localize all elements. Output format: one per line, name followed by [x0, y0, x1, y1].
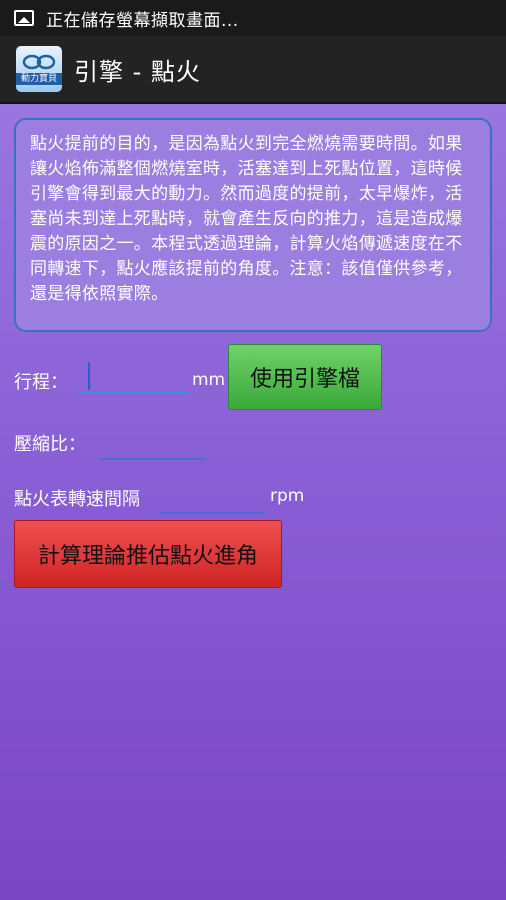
description-box: 點火提前的目的，是因為點火到完全燃燒需要時間。如果讓火焰佈滿整個燃燒室時，活塞達…: [14, 118, 492, 332]
stroke-unit-label: mm: [192, 370, 226, 390]
stroke-input[interactable]: [78, 360, 188, 394]
stroke-label: 行程：: [14, 372, 68, 393]
action-bar: 動力寶貝 引擎 - 點火: [0, 36, 506, 104]
status-notification-text: 正在儲存螢幕擷取畫面...: [46, 10, 239, 31]
use-engine-file-button[interactable]: 使用引擎檔: [228, 344, 382, 410]
app-logo-mark-icon: [22, 54, 56, 70]
rpm-unit-label: rpm: [270, 486, 305, 506]
description-text: 點火提前的目的，是因為點火到完全燃燒需要時間。如果讓火焰佈滿整個燃燒室時，活塞達…: [30, 134, 463, 304]
app-logo-text: 動力寶貝: [16, 73, 62, 85]
compression-ratio-label: 壓縮比：: [14, 434, 86, 455]
calculate-ignition-advance-button[interactable]: 計算理論推估點火進角: [14, 520, 282, 588]
main-content: 點火提前的目的，是因為點火到完全燃燒需要時間。如果讓火焰佈滿整個燃燒室時，活塞達…: [0, 104, 506, 900]
app-logo[interactable]: 動力寶貝: [16, 46, 62, 92]
rpm-interval-label: 點火表轉速間隔: [14, 489, 140, 510]
rpm-interval-input[interactable]: [158, 480, 266, 514]
text-cursor: [88, 362, 90, 390]
use-engine-file-button-label: 使用引擎檔: [249, 367, 360, 392]
calculate-button-label: 計算理論推估點火進角: [37, 544, 258, 569]
page-title: 引擎 - 點火: [74, 57, 201, 86]
screenshot-image-icon: [14, 10, 34, 26]
compression-ratio-input[interactable]: [100, 426, 206, 460]
status-bar: 正在儲存螢幕擷取畫面...: [0, 0, 506, 36]
